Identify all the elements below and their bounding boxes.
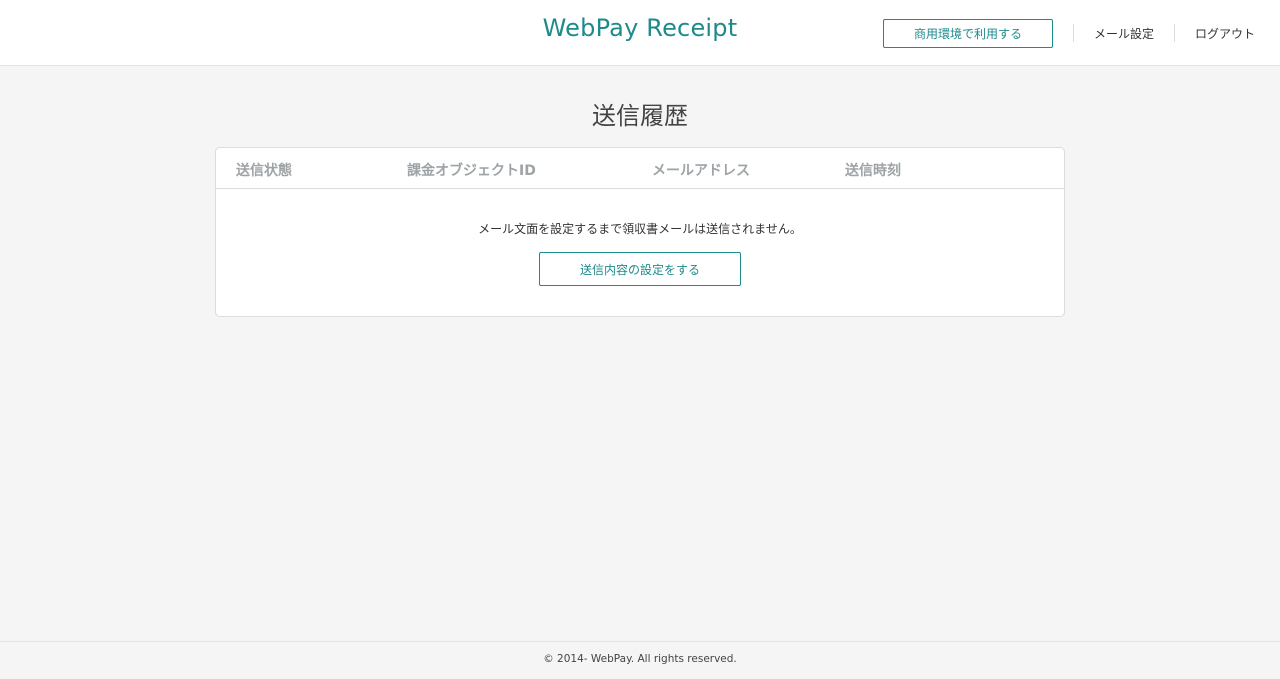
top-header: WebPay Receipt 商用環境で利用する メール設定 ログアウト xyxy=(0,0,1280,66)
use-production-button[interactable]: 商用環境で利用する xyxy=(882,18,1053,48)
footer: © 2014- WebPay. All rights reserved. xyxy=(0,641,1280,679)
logout-link[interactable]: ログアウト xyxy=(1175,25,1280,42)
column-header-sent-time: 送信時刻 xyxy=(845,163,901,179)
column-header-status: 送信状態 xyxy=(236,163,292,179)
brand-title[interactable]: WebPay Receipt xyxy=(543,14,738,42)
header-nav: 商用環境で利用する メール設定 ログアウト xyxy=(882,0,1280,66)
page-title: 送信履歴 xyxy=(592,102,688,130)
mail-settings-link[interactable]: メール設定 xyxy=(1074,25,1174,42)
copyright-text: © 2014- WebPay. All rights reserved. xyxy=(543,653,737,665)
configure-email-button[interactable]: 送信内容の設定をする xyxy=(539,252,741,286)
history-table-panel: 送信状態 課金オブジェクトID メールアドレス 送信時刻 メール文面を設定するま… xyxy=(215,147,1065,317)
column-header-email: メールアドレス xyxy=(652,163,750,179)
column-header-charge-id: 課金オブジェクトID xyxy=(407,163,536,179)
empty-state-message: メール文面を設定するまで領収書メールは送信されません。 xyxy=(478,222,802,236)
table-header: 送信状態 課金オブジェクトID メールアドレス 送信時刻 xyxy=(216,148,1064,189)
